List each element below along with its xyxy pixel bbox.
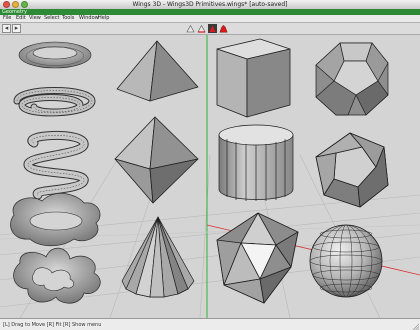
window-title: Wings 3D - Wings3D Primitives.wings* [au…: [132, 1, 288, 8]
redo-button[interactable]: ▸: [12, 24, 21, 33]
menu-edit[interactable]: Edit: [16, 15, 26, 22]
menu-window[interactable]: Window: [79, 15, 99, 22]
cylinder[interactable]: [218, 124, 294, 201]
body-select-icon[interactable]: [219, 24, 228, 33]
wings3d-window: Wings 3D - Wings3D Primitives.wings* [au…: [0, 0, 420, 330]
menu-select[interactable]: Select: [44, 15, 59, 22]
cube[interactable]: [216, 38, 291, 118]
torus[interactable]: [18, 41, 92, 69]
3d-viewport[interactable]: [0, 35, 420, 318]
menu-bar: File Edit View Select Tools Window Help: [0, 15, 420, 23]
menu-file[interactable]: File: [3, 15, 11, 22]
undo-button[interactable]: ◂: [2, 24, 11, 33]
menu-tools[interactable]: Tools: [62, 15, 74, 22]
edge-select-icon[interactable]: [197, 24, 206, 33]
status-bar: [L] Drag to Move [R] Fit [R] Show menu: [0, 318, 420, 330]
menu-view[interactable]: View: [29, 15, 41, 22]
toolbar: ◂ ▸: [0, 23, 420, 35]
uv-sphere[interactable]: [309, 224, 383, 298]
resize-grip-icon[interactable]: [411, 322, 419, 330]
vertex-select-icon[interactable]: [186, 24, 195, 33]
face-select-icon[interactable]: [208, 24, 217, 33]
status-text: [L] Drag to Move [R] Fit [R] Show menu: [3, 322, 102, 328]
menu-help[interactable]: Help: [98, 15, 109, 22]
